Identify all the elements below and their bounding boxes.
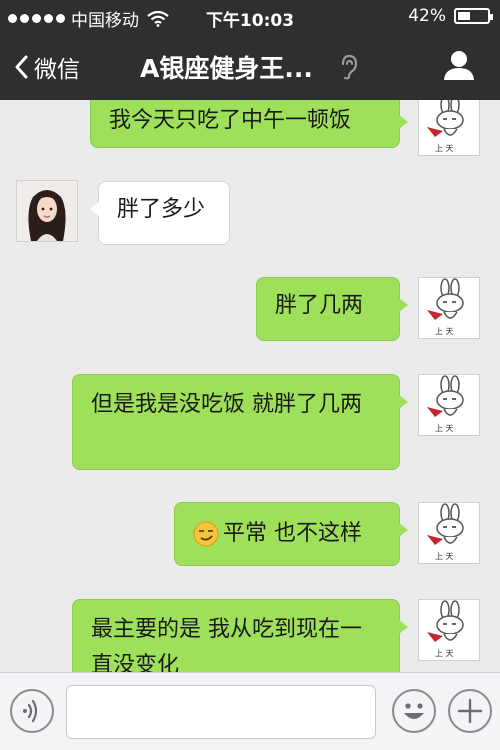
profile-icon[interactable] xyxy=(442,48,476,82)
chat-title: A银座健身王... xyxy=(140,54,313,83)
message-text: 平常 也不这样 xyxy=(223,521,362,546)
battery-icon xyxy=(454,8,493,24)
more-options-button[interactable] xyxy=(448,689,492,733)
my-avatar[interactable]: 上 天 xyxy=(418,277,480,339)
message-bubble-outgoing[interactable]: 但是我是没吃饭 就胖了几两 xyxy=(72,374,408,470)
voice-icon xyxy=(23,699,38,723)
girl-avatar-icon xyxy=(17,181,77,241)
my-avatar[interactable]: 上 天 xyxy=(418,100,480,156)
message-text: 但是我是没吃饭 就胖了几两 xyxy=(91,392,362,417)
ear-icon xyxy=(341,54,358,80)
rabbit-avatar-icon: 上 天 xyxy=(427,278,464,336)
rabbit-avatar-icon: 上 天 xyxy=(427,375,464,433)
message-bubble-outgoing[interactable]: 胖了几两 xyxy=(256,277,408,341)
status-bar: 中国移动 下午10:03 42% xyxy=(0,0,500,34)
svg-text:上 天: 上 天 xyxy=(435,327,454,336)
message-input[interactable] xyxy=(66,685,376,739)
smiley-icon xyxy=(404,703,424,719)
voice-button[interactable] xyxy=(10,689,54,733)
my-avatar[interactable]: 上 天 xyxy=(418,374,480,436)
back-button[interactable]: 微信 xyxy=(14,50,80,84)
message-text: 胖了多少 xyxy=(117,197,206,222)
message-text: 最主要的是 我从吃到现在一直没变化 xyxy=(91,617,362,672)
contact-avatar[interactable] xyxy=(16,180,78,242)
message-text: 我今天只吃了中午一顿饭 xyxy=(109,108,352,133)
message-bubble-outgoing[interactable]: 我今天只吃了中午一顿饭 xyxy=(90,100,408,148)
rabbit-avatar-icon: 上 天 xyxy=(427,600,464,658)
smirk-emoji-icon xyxy=(193,521,219,547)
svg-text:上 天: 上 天 xyxy=(435,424,454,433)
rabbit-avatar-icon: 上 天 xyxy=(427,503,464,561)
emoji-button[interactable] xyxy=(392,689,436,733)
battery-percent: 42% xyxy=(408,6,446,26)
plus-icon xyxy=(457,698,483,724)
message-text: 胖了几两 xyxy=(275,293,364,318)
chat-area[interactable]: 我今天只吃了中午一顿饭 上 天 胖了多少 胖了几两 上 天 但是我是没吃饭 就胖… xyxy=(0,100,500,672)
rabbit-avatar-icon: 上 天 xyxy=(427,100,464,153)
back-label: 微信 xyxy=(34,57,80,83)
message-bubble-incoming[interactable]: 胖了多少 xyxy=(90,181,230,245)
chevron-left-icon xyxy=(15,55,28,79)
svg-text:上 天: 上 天 xyxy=(435,144,454,153)
nav-bar: 微信 A银座健身王... xyxy=(0,34,500,100)
message-bubble-outgoing[interactable]: 平常 也不这样 xyxy=(174,502,408,566)
svg-text:上 天: 上 天 xyxy=(435,552,454,561)
message-bubble-outgoing[interactable]: 最主要的是 我从吃到现在一直没变化 xyxy=(72,599,408,672)
input-bar xyxy=(0,672,500,750)
my-avatar[interactable]: 上 天 xyxy=(418,599,480,661)
status-right: 42% xyxy=(408,6,493,26)
my-avatar[interactable]: 上 天 xyxy=(418,502,480,564)
svg-text:上 天: 上 天 xyxy=(435,649,454,658)
